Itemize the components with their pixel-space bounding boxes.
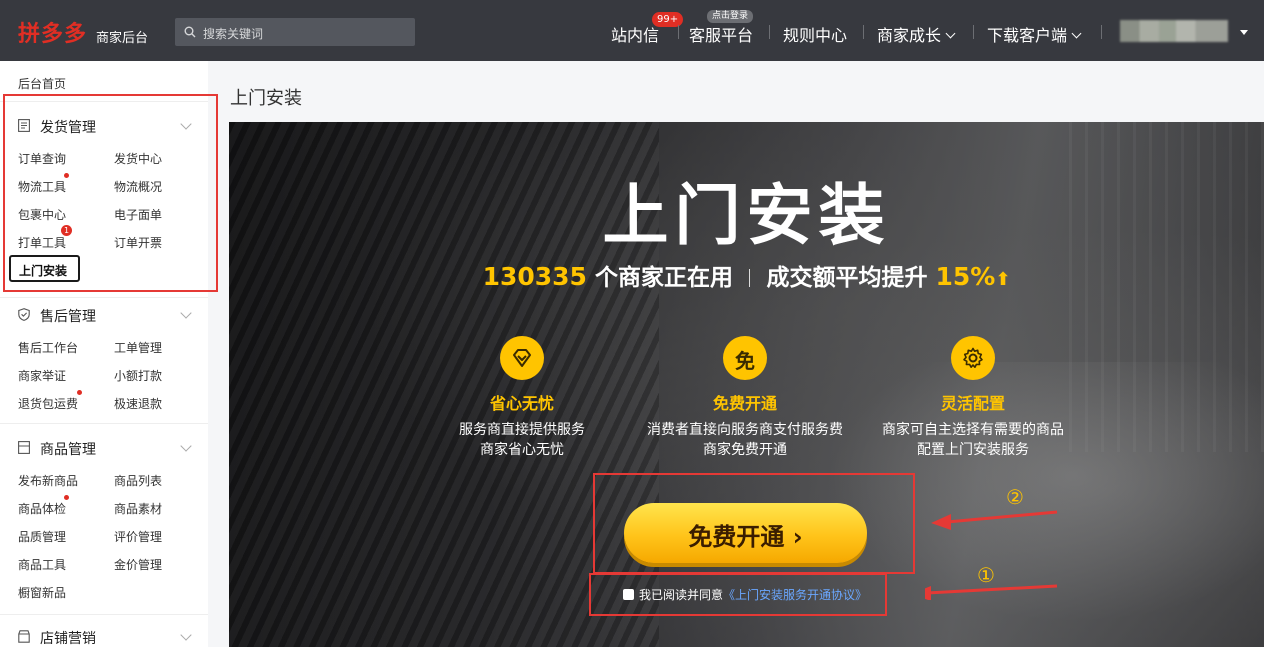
chevron-down-icon [945, 28, 956, 39]
nav-download-client-label: 下载客户端 [987, 26, 1068, 45]
annotation-box-sidebar [3, 94, 218, 292]
sidebar-item-showcase-new[interactable]: 橱窗新品 [18, 584, 66, 601]
brand-subtitle: 商家后台 [96, 31, 149, 46]
nav-divider [769, 25, 770, 39]
nav-divider [1101, 25, 1102, 39]
chevron-down-icon[interactable] [180, 440, 192, 452]
sidebar-item-review-management[interactable]: 评价管理 [114, 528, 162, 545]
sidebar-item-goods-list[interactable]: 商品列表 [114, 472, 162, 489]
search-input[interactable]: 搜索关键词 [175, 18, 415, 46]
arrow-head-one [925, 586, 931, 600]
feature-description: 消费者直接向服务商支付服务费 商家免费开通 [647, 422, 843, 458]
new-dot-badge [64, 495, 69, 500]
feature-description: 服务商直接提供服务 商家省心无忧 [459, 422, 585, 458]
feature-worry-free: 省心无忧 服务商直接提供服务 商家省心无忧 [412, 336, 632, 460]
feature-title: 省心无忧 [489, 394, 554, 413]
sidebar-item-fast-refund[interactable]: 极速退款 [114, 395, 162, 412]
sidebar-item-quality-management[interactable]: 品质管理 [18, 528, 66, 545]
arrow-line-one [926, 584, 1058, 595]
shield-icon [18, 308, 30, 321]
sidebar-item-home[interactable]: 后台首页 [18, 75, 66, 92]
sidebar-divider [0, 297, 208, 298]
sidebar-divider [0, 423, 208, 424]
shop-icon [18, 630, 30, 643]
annotation-box-agreement [589, 573, 887, 616]
top-bar: 拼多多 商家后台 搜索关键词 站内信 99+ 客服平台 点击登录 规则中心 商家… [0, 0, 1264, 61]
sidebar-section-label: 店铺营销 [40, 631, 96, 647]
nav-rules-center[interactable]: 规则中心 [783, 22, 847, 46]
diamond-icon [500, 336, 544, 380]
sidebar-item-gold-price[interactable]: 金价管理 [114, 556, 162, 573]
goods-icon [18, 441, 30, 454]
sidebar-item-small-payment[interactable]: 小额打款 [114, 367, 162, 384]
sidebar-item-aftersale-desk[interactable]: 售后工作台 [18, 339, 78, 356]
feature-description: 商家可自主选择有需要的商品 配置上门安装服务 [882, 422, 1064, 458]
hero-title: 上门安装 [602, 177, 891, 254]
new-dot-badge [77, 390, 82, 395]
sidebar-section-label: 售后管理 [40, 309, 96, 325]
annotation-arrows [925, 510, 1058, 600]
free-icon: 免 [723, 336, 767, 380]
merchant-count: 130335 [482, 262, 587, 291]
growth-prefix: 成交额平均提升 [766, 265, 936, 291]
chevron-down-icon[interactable] [180, 629, 192, 641]
sidebar-divider [0, 614, 208, 615]
sidebar-item-goods-tools[interactable]: 商品工具 [18, 556, 66, 573]
sidebar-item-ticket-management[interactable]: 工单管理 [114, 339, 162, 356]
growth-value: 15% [935, 262, 996, 291]
search-icon [184, 26, 196, 38]
nav-merchant-growth-label: 商家成长 [877, 26, 942, 45]
feature-flexible-config: 灵活配置 商家可自主选择有需要的商品 配置上门安装服务 [863, 336, 1083, 460]
gear-icon [951, 336, 995, 380]
user-account-blurred[interactable] [1120, 20, 1228, 42]
chevron-down-icon [1071, 28, 1082, 39]
nav-divider [678, 25, 679, 39]
free-glyph: 免 [735, 349, 755, 373]
nav-merchant-growth[interactable]: 商家成长 [877, 22, 956, 46]
nav-messages[interactable]: 站内信 [611, 22, 659, 46]
feature-title: 灵活配置 [940, 394, 1005, 413]
page-title: 上门安装 [230, 88, 302, 109]
login-hint-tag[interactable]: 点击登录 [707, 10, 754, 23]
nav-divider [973, 25, 974, 39]
nav-download-client[interactable]: 下载客户端 [987, 22, 1082, 46]
search-placeholder: 搜索关键词 [203, 27, 264, 41]
brand-logo[interactable]: 拼多多 [18, 16, 87, 48]
stats-divider [748, 269, 751, 287]
sidebar-item-goods-material[interactable]: 商品素材 [114, 500, 162, 517]
sidebar-item-merchant-evidence[interactable]: 商家举证 [18, 367, 66, 384]
annotation-box-cta [593, 473, 915, 574]
caret-down-icon[interactable] [1240, 30, 1248, 35]
sidebar-item-goods-check[interactable]: 商品体检 [18, 500, 66, 517]
feature-title: 免费开通 [712, 394, 777, 413]
sidebar-item-return-shipping[interactable]: 退货包运费 [18, 395, 78, 412]
annotation-number-one: ① [977, 563, 995, 587]
arrow-up-icon: ⬆ [995, 269, 1011, 290]
sidebar-section-label: 商品管理 [40, 442, 96, 458]
chevron-down-icon[interactable] [180, 307, 192, 319]
feature-free-open: 免 免费开通 消费者直接向服务商支付服务费 商家免费开通 [635, 336, 855, 460]
sidebar-item-publish-goods[interactable]: 发布新商品 [18, 472, 78, 489]
arrow-line-two [946, 510, 1058, 524]
hero-stats: 130335 个商家正在用 成交额平均提升 15%⬆ [229, 258, 1264, 292]
nav-divider [863, 25, 864, 39]
annotation-number-two: ② [1006, 485, 1024, 509]
merchant-count-suffix: 个商家正在用 [586, 265, 733, 291]
arrow-head-two [931, 514, 951, 530]
nav-customer-service[interactable]: 客服平台 [689, 22, 753, 46]
